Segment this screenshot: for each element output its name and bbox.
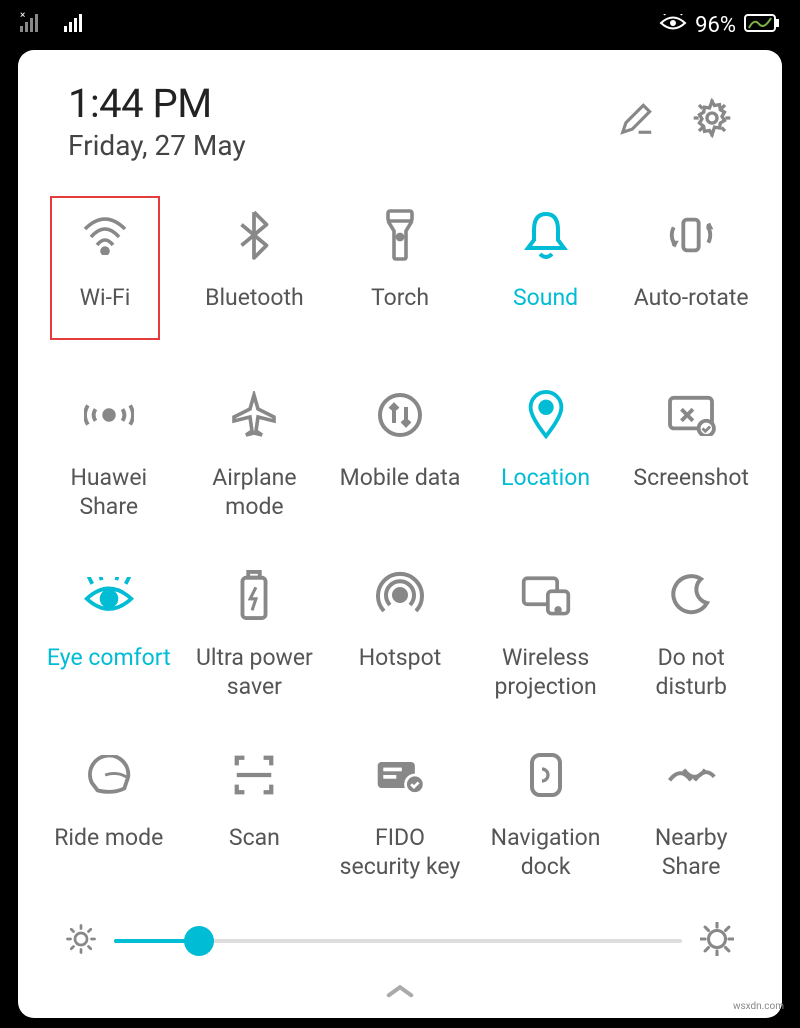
moon-icon [669,568,713,622]
tile-label: Wireless projection [477,644,615,702]
tile-label: Ultra power saver [186,644,324,702]
tile-scan[interactable]: Scan [182,736,328,908]
wifi-icon [80,208,130,262]
svg-text:×: × [20,12,25,21]
expand-chevron-icon[interactable] [36,960,764,1007]
tile-nearbyshare[interactable]: Nearby Share [618,736,764,908]
no-sim-signal-icon: × [20,12,46,38]
tile-navdock[interactable]: Navigation dock [473,736,619,908]
fido-key-icon [374,748,426,802]
location-pin-icon [526,388,566,442]
eye-comfort-status-icon [659,13,687,38]
navdock-icon [528,748,564,802]
tile-fido[interactable]: FIDO security key [327,736,473,908]
tile-label: Location [499,464,592,493]
bluetooth-icon [237,208,271,262]
tile-label: Huawei Share [40,464,178,522]
brightness-high-icon [700,922,734,960]
cast-icon [520,568,572,622]
mobiledata-icon [378,388,422,442]
tile-ridemode[interactable]: Ride mode [36,736,182,908]
tile-label: Screenshot [631,464,751,493]
tile-label: Scan [227,824,282,853]
status-bar: × 96% [0,0,800,50]
tile-hotspot[interactable]: Hotspot [327,556,473,728]
helmet-icon [86,748,132,802]
edit-icon[interactable] [618,99,656,141]
settings-gear-icon[interactable] [692,98,732,142]
tile-location[interactable]: Location [473,376,619,548]
tile-screenshot[interactable]: Screenshot [618,376,764,548]
tile-eyecomfort[interactable]: Eye comfort [36,556,182,728]
eye-comfort-icon [83,568,135,622]
clock-date: Friday, 27 May [68,129,246,162]
battery-icon [744,13,780,38]
brightness-row [36,908,764,960]
tile-sound[interactable]: Sound [473,196,619,368]
watermark: wsxdn.com [733,1001,784,1012]
tile-label: Eye comfort [45,644,173,673]
quick-settings-panel: 1:44 PM Friday, 27 May Wi-Fi Bluetooth [18,50,782,1018]
tile-label: Torch [369,284,431,313]
tile-label: FIDO security key [331,824,469,882]
tile-autorotate[interactable]: Auto-rotate [618,196,764,368]
tile-label: Mobile data [338,464,463,493]
torch-icon [382,208,418,262]
tile-torch[interactable]: Torch [327,196,473,368]
tile-huaweishare[interactable]: Huawei Share [36,376,182,548]
tile-label: Nearby Share [622,824,760,882]
tiles-grid: Wi-Fi Bluetooth Torch Sound [36,182,764,908]
tile-bluetooth[interactable]: Bluetooth [182,196,328,368]
scan-icon [231,748,277,802]
tile-wireless-projection[interactable]: Wireless projection [473,556,619,728]
signal-icon [64,12,90,38]
huaweishare-icon [84,388,134,442]
slider-thumb[interactable] [184,926,214,956]
tile-wifi[interactable]: Wi-Fi [50,196,160,340]
battery-saver-icon [238,568,270,622]
brightness-slider[interactable] [114,939,682,943]
tile-airplane[interactable]: Airplane mode [182,376,328,548]
clock-time: 1:44 PM [68,80,246,127]
tile-label: Hotspot [357,644,443,673]
tile-dnd[interactable]: Do not disturb [618,556,764,728]
tile-label: Navigation dock [477,824,615,882]
bell-icon [524,208,568,262]
screenshot-icon [666,388,716,442]
tile-label: Bluetooth [203,284,306,313]
tile-label: Ride mode [52,824,165,853]
tile-mobiledata[interactable]: Mobile data [327,376,473,548]
nearbyshare-icon [666,748,716,802]
tile-ultrapower[interactable]: Ultra power saver [182,556,328,728]
airplane-icon [230,388,278,442]
battery-percent: 96% [695,13,736,38]
tile-label: Airplane mode [186,464,324,522]
brightness-low-icon [66,924,96,958]
autorotate-icon [666,208,716,262]
tile-label: Do not disturb [622,644,760,702]
panel-header: 1:44 PM Friday, 27 May [36,80,764,182]
tile-label: Wi-Fi [78,284,133,313]
tile-label: Auto-rotate [632,284,751,313]
tile-label: Sound [511,284,580,313]
hotspot-icon [376,568,424,622]
